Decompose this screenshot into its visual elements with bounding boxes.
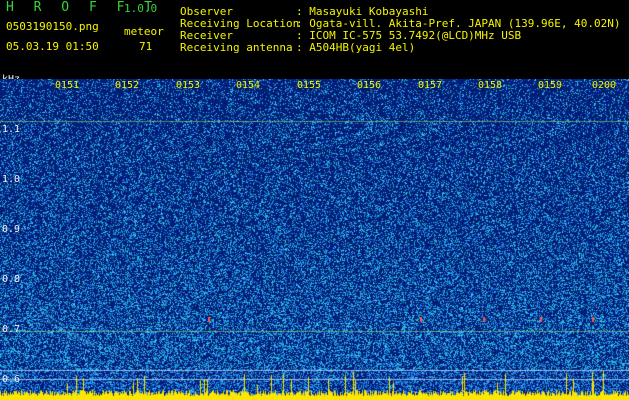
spectrogram-canvas — [0, 79, 629, 400]
x-tick-label: 0156 — [357, 80, 382, 91]
spectrogram-panel — [0, 79, 629, 400]
y-tick-label: 1.0 — [2, 174, 21, 185]
mode-label: meteor — [124, 25, 164, 38]
x-tick-label: 0158 — [478, 80, 503, 91]
x-tick-label: 0159 — [538, 80, 563, 91]
x-tick-label: 0153 — [176, 80, 201, 91]
x-tick-label: 0151 — [55, 80, 80, 91]
info-header: H R O F F T 1.0.0 0503190150.png meteor … — [0, 0, 629, 74]
x-tick-label: 0152 — [115, 80, 140, 91]
y-tick-label: 0.6 — [2, 374, 21, 385]
x-tick-label: 0155 — [297, 80, 322, 91]
app-version: 1.0.0 — [124, 2, 158, 15]
observation-datetime: 05.03.19 01:50 — [6, 40, 99, 53]
y-tick-label: 1.1 — [2, 124, 21, 135]
x-tick-label: 0157 — [418, 80, 443, 91]
y-tick-label: 0.8 — [2, 274, 21, 285]
x-tick-label: 0154 — [236, 80, 261, 91]
y-tick-label: 0.7 — [2, 324, 21, 335]
y-tick-label: 0.9 — [2, 224, 21, 235]
meteor-count: 71 — [139, 40, 153, 53]
antenna-value: : A504HB(yagi 4el) — [296, 41, 416, 54]
image-filename: 0503190150.png — [6, 20, 99, 33]
x-tick-label: 0200 — [592, 80, 617, 91]
antenna-label: Receiving antenna — [180, 41, 293, 54]
